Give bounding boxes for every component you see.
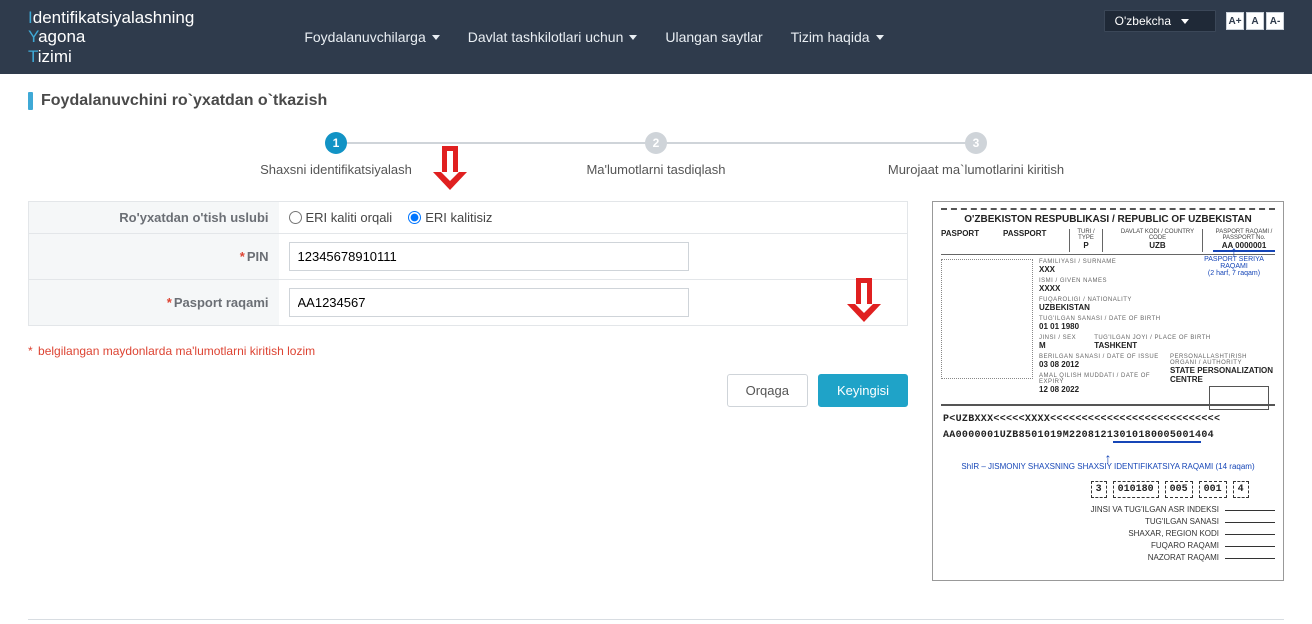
- radio-eri-with-key[interactable]: ERI kaliti orqali: [289, 210, 393, 225]
- form-row-pin: *PIN: [29, 234, 908, 280]
- passport-serial-annotation: ↑ PASPORT SERIYA RAQAMI (2 harf, 7 raqam…: [1195, 246, 1273, 277]
- arrow-up-icon: ↑: [941, 454, 1275, 462]
- step-label: Ma'lumotlarni tasdiqlash: [496, 162, 816, 177]
- header: Identifikatsiyalashning Yagona Tizimi Fo…: [0, 0, 1312, 74]
- passport-header: O'ZBEKISTON RESPUBLIKASI / REPUBLIC OF U…: [941, 214, 1275, 225]
- back-button[interactable]: Orqaga: [727, 374, 808, 407]
- page-title: Foydalanuvchini ro`yxatdan o`tkazish: [41, 92, 327, 110]
- method-label: Ro'yxatdan o'tish uslubi: [29, 202, 279, 234]
- wizard-steps: 1 Shaxsni identifikatsiyalash 2 Ma'lumot…: [176, 132, 1136, 177]
- pin-label: *PIN: [29, 234, 279, 280]
- footer-divider: [28, 619, 1284, 620]
- shir-annotation: ↑ ShIR – JISMONIY SHAXSNING SHAXSIY IDEN…: [941, 454, 1275, 471]
- font-increase-button[interactable]: A+: [1226, 12, 1244, 30]
- form-row-passport: *Pasport raqami: [29, 280, 908, 326]
- nav-gov-orgs[interactable]: Davlat tashkilotlari uchun: [468, 29, 638, 45]
- annotation-arrow-icon: [850, 278, 878, 322]
- title-accent-bar: [28, 92, 33, 110]
- header-right: O'zbekcha A+ A A-: [1104, 10, 1284, 32]
- signature-box: [1209, 386, 1269, 410]
- main-row: Ro'yxatdan o'tish uslubi ERI kaliti orqa…: [28, 201, 1284, 581]
- form-area: Ro'yxatdan o'tish uslubi ERI kaliti orqa…: [28, 201, 908, 407]
- font-normal-button[interactable]: A: [1246, 12, 1264, 30]
- language-select[interactable]: O'zbekcha: [1104, 10, 1216, 32]
- passport-input[interactable]: [289, 288, 689, 317]
- radio-input[interactable]: [408, 211, 421, 224]
- annotation-arrow-icon: [436, 146, 464, 190]
- nav-about[interactable]: Tizim haqida: [791, 29, 884, 45]
- registration-form-table: Ro'yxatdan o'tish uslubi ERI kaliti orqa…: [28, 201, 908, 326]
- radio-input[interactable]: [289, 211, 302, 224]
- arrow-up-icon: ↑: [1195, 246, 1273, 256]
- chevron-down-icon: [876, 35, 884, 40]
- font-decrease-button[interactable]: A-: [1266, 12, 1284, 30]
- chevron-down-icon: [1181, 19, 1189, 24]
- nav-connected-sites[interactable]: Ulangan saytlar: [665, 29, 762, 45]
- navbar: Foydalanuvchilarga Davlat tashkilotlari …: [304, 29, 883, 45]
- chevron-down-icon: [432, 35, 440, 40]
- pin-legend: JINSI VA TUG'ILGAN ASR INDEKSI TUG'ILGAN…: [1091, 504, 1275, 564]
- font-size-controls: A+ A A-: [1226, 12, 1284, 30]
- button-row: Orqaga Keyingisi: [28, 374, 908, 407]
- nav-users[interactable]: Foydalanuvchilarga: [304, 29, 439, 45]
- next-button[interactable]: Keyingisi: [818, 374, 908, 407]
- step-number-badge: 1: [325, 132, 347, 154]
- passport-sample-card: O'ZBEKISTON RESPUBLIKASI / REPUBLIC OF U…: [932, 201, 1284, 581]
- chevron-down-icon: [629, 35, 637, 40]
- pin-breakdown: 3 010180 005 001 4 JINSI VA TUG'ILGAN AS…: [941, 481, 1275, 564]
- pin-input[interactable]: [289, 242, 689, 271]
- passport-label: *Pasport raqami: [29, 280, 279, 326]
- wizard-step-2: 2 Ma'lumotlarni tasdiqlash: [496, 132, 816, 177]
- passport-photo-placeholder: [941, 259, 1033, 379]
- brand-logo: Identifikatsiyalashning Yagona Tizimi: [28, 8, 194, 67]
- wizard-step-3: 3 Murojaat ma`lumotlarini kiritish: [816, 132, 1136, 177]
- form-row-method: Ro'yxatdan o'tish uslubi ERI kaliti orqa…: [29, 202, 908, 234]
- main-container: Foydalanuvchini ro`yxatdan o`tkazish 1 S…: [0, 74, 1312, 599]
- step-label: Murojaat ma`lumotlarini kiritish: [816, 162, 1136, 177]
- page-title-row: Foydalanuvchini ro`yxatdan o`tkazish: [28, 92, 1284, 110]
- required-hint: * belgilangan maydonlarda ma'lumotlarni …: [28, 344, 908, 358]
- radio-eri-without-key[interactable]: ERI kalitisiz: [408, 210, 492, 225]
- step-number-badge: 2: [645, 132, 667, 154]
- mrz-zone: P<UZBXXX<<<<<XXXX<<<<<<<<<<<<<<<<<<<<<<<…: [941, 406, 1275, 450]
- step-number-badge: 3: [965, 132, 987, 154]
